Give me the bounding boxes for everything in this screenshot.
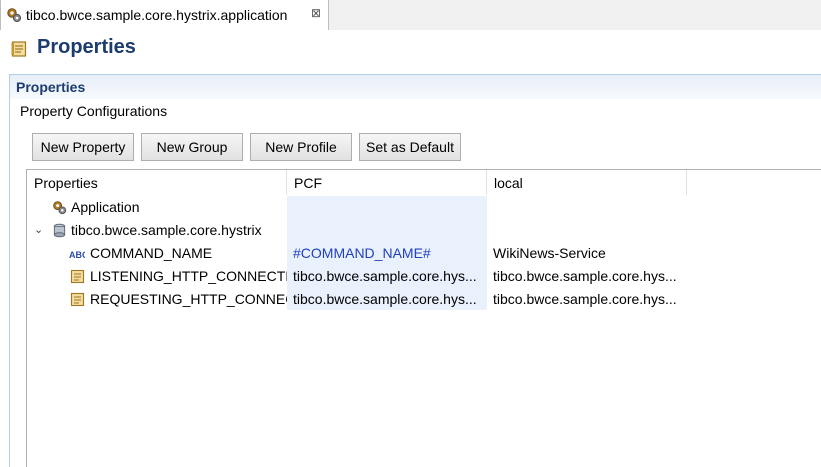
- new-group-button[interactable]: New Group: [141, 133, 243, 161]
- close-icon[interactable]: ⊠: [311, 6, 321, 20]
- module-icon: [53, 223, 66, 238]
- column-header-local[interactable]: local: [487, 170, 687, 195]
- editor-header: Properties: [0, 30, 821, 70]
- property-name: REQUESTING_HTTP_CONNECT: [90, 291, 287, 307]
- properties-icon: [11, 41, 27, 57]
- section-title: Properties: [16, 79, 86, 95]
- section-subtitle: Property Configurations: [20, 103, 168, 119]
- chevron-down-icon[interactable]: ⌄: [34, 219, 43, 242]
- table-row[interactable]: ABC COMMAND_NAME #COMMAND_NAME# WikiNews…: [27, 242, 821, 265]
- table-row[interactable]: Application: [27, 196, 821, 219]
- property-name: LISTENING_HTTP_CONNECTIC: [90, 268, 287, 284]
- pcf-value[interactable]: tibco.bwce.sample.core.hys...: [293, 288, 485, 311]
- property-name: Application: [71, 199, 140, 215]
- column-header-pcf[interactable]: PCF: [287, 170, 487, 195]
- svg-text:ABC: ABC: [69, 250, 85, 260]
- pcf-value[interactable]: #COMMAND_NAME#: [293, 242, 483, 265]
- property-name: tibco.bwce.sample.core.hystrix: [71, 222, 262, 238]
- set-as-default-button[interactable]: Set as Default: [359, 133, 461, 161]
- editor-tab[interactable]: tibco.bwce.sample.core.hystrix.applicati…: [0, 0, 329, 30]
- column-header-properties[interactable]: Properties: [27, 170, 287, 195]
- local-value[interactable]: tibco.bwce.sample.core.hys...: [493, 288, 685, 311]
- page-title: Properties: [37, 36, 136, 58]
- tab-title: tibco.bwce.sample.core.hystrix.applicati…: [26, 7, 288, 23]
- new-property-button[interactable]: New Property: [32, 133, 134, 161]
- local-value[interactable]: tibco.bwce.sample.core.hys...: [493, 265, 685, 288]
- property-name: COMMAND_NAME: [90, 245, 213, 261]
- section-header: Properties: [10, 75, 821, 99]
- pcf-value[interactable]: tibco.bwce.sample.core.hys...: [293, 265, 485, 288]
- table-row[interactable]: ⌄ tibco.bwce.sample.core.hystrix: [27, 219, 821, 242]
- table-row[interactable]: REQUESTING_HTTP_CONNECT tibco.bwce.sampl…: [27, 288, 821, 311]
- editor-tab-bar: tibco.bwce.sample.core.hystrix.applicati…: [0, 0, 821, 31]
- new-profile-button[interactable]: New Profile: [250, 133, 352, 161]
- gears-icon: [7, 8, 22, 23]
- abc-string-icon: ABC: [69, 250, 85, 260]
- property-icon: [70, 292, 85, 307]
- gears-icon: [53, 201, 67, 215]
- table-row[interactable]: LISTENING_HTTP_CONNECTIC tibco.bwce.samp…: [27, 265, 821, 288]
- property-icon: [70, 269, 85, 284]
- local-value[interactable]: WikiNews-Service: [493, 242, 683, 265]
- properties-tree-table[interactable]: Properties PCF local Application ⌄ tibco…: [26, 169, 821, 467]
